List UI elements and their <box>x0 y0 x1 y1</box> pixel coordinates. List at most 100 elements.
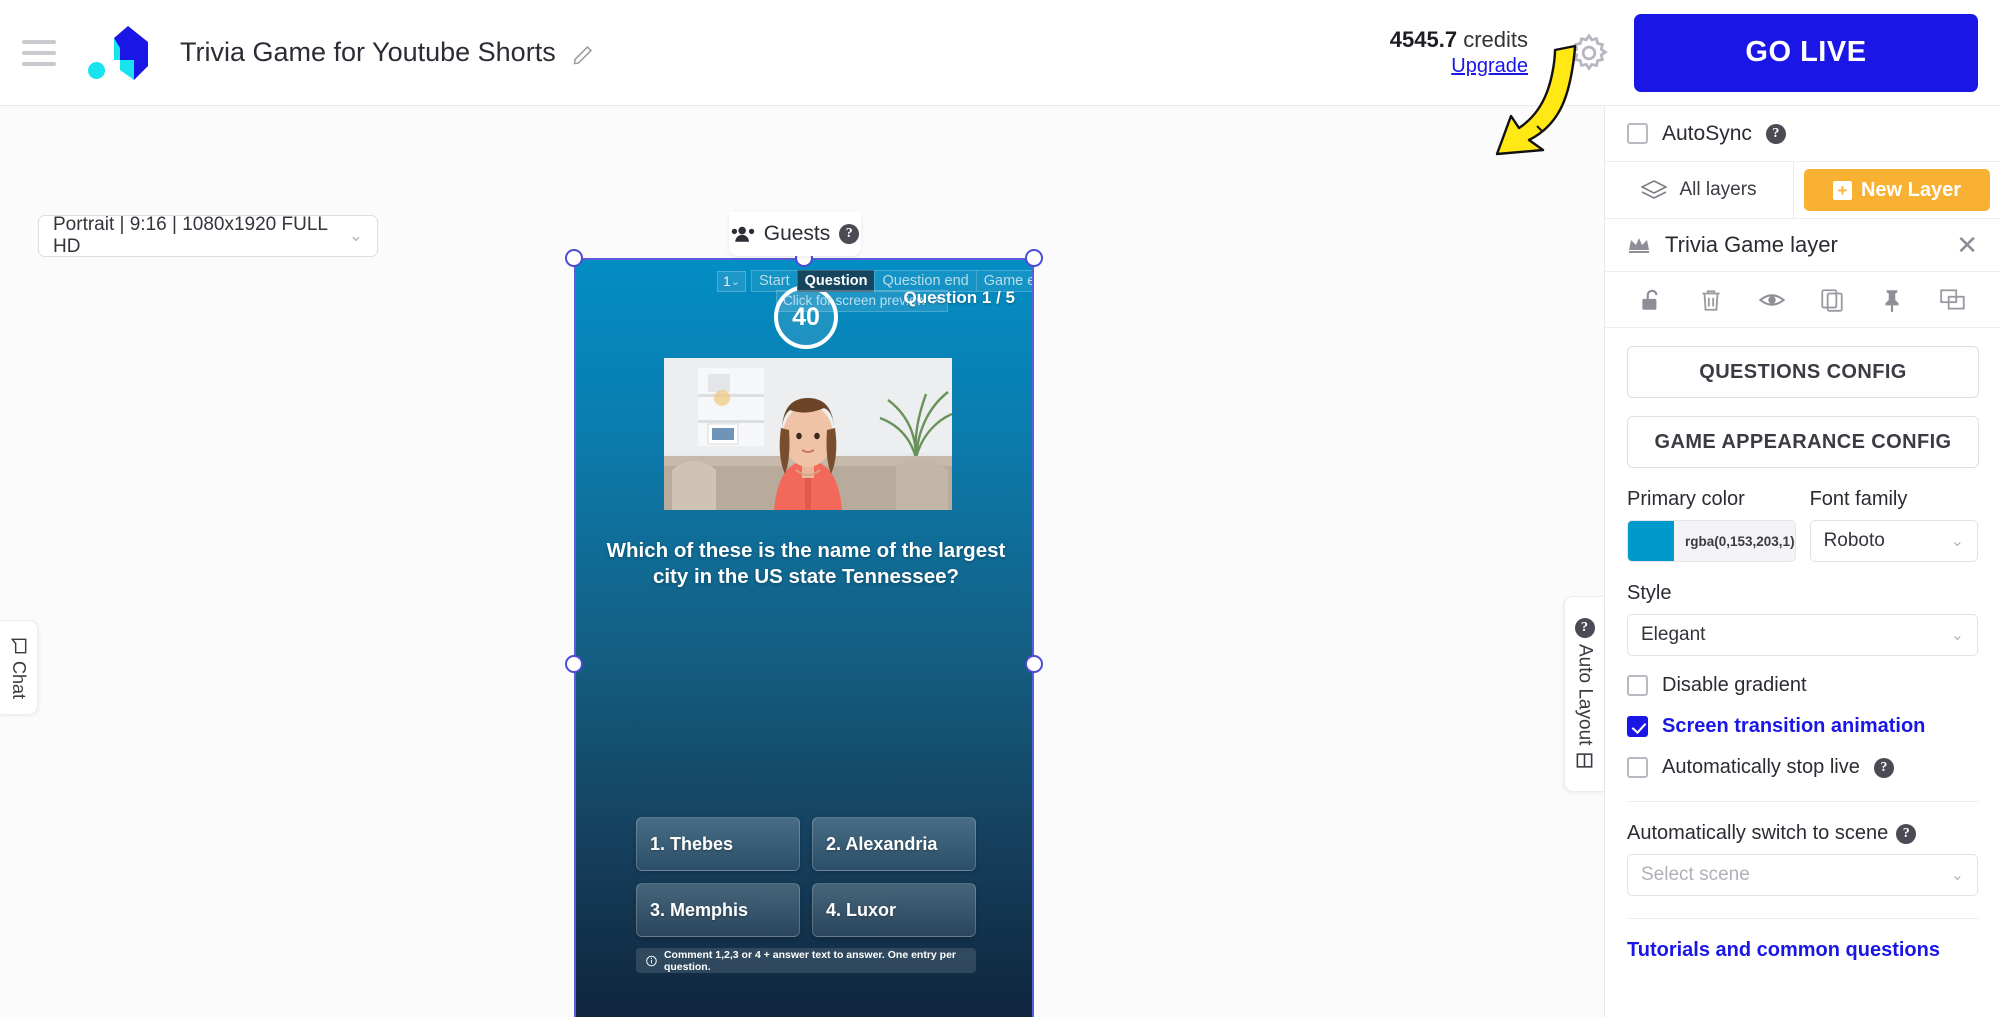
chevron-down-icon: ⌄ <box>348 226 363 245</box>
stage-tab-question[interactable]: Question <box>796 270 875 292</box>
logo-l-shape <box>114 25 148 80</box>
autosync-row[interactable]: AutoSync ? <box>1605 106 2000 162</box>
primary-color-label: Primary color <box>1627 488 1745 510</box>
chevron-down-icon: ⌄ <box>1950 627 1964 644</box>
style-label: Style <box>1627 582 1672 604</box>
help-icon[interactable]: ? <box>839 224 860 244</box>
crown-icon <box>1629 238 1649 253</box>
chat-bubble-icon <box>10 638 26 654</box>
settings-button[interactable] <box>1562 26 1616 80</box>
auto-switch-scene-label: Automatically switch to scene <box>1627 822 1889 844</box>
aspect-ratio-select[interactable]: Portrait | 9:16 | 1080x1920 FULL HD ⌄ <box>38 214 378 257</box>
resize-handle-top-left[interactable] <box>565 249 583 267</box>
new-layer-button[interactable]: + New Layer <box>1804 169 1990 211</box>
pencil-icon[interactable] <box>572 41 596 65</box>
auto-stop-live-row[interactable]: Automatically stop live ? <box>1605 756 2000 779</box>
chat-tab-label: Chat <box>9 660 29 700</box>
layer-actions <box>1605 272 2000 328</box>
scene-placeholder: Select scene <box>1641 864 1750 885</box>
guests-tab[interactable]: Guests ? <box>729 212 861 256</box>
primary-color-input[interactable]: rgba(0,153,203,1) <box>1627 520 1796 562</box>
answer-option-3[interactable]: 3. Memphis <box>636 883 800 937</box>
resize-handle-middle-left[interactable] <box>565 655 583 673</box>
upgrade-link[interactable]: Upgrade <box>1390 54 1528 79</box>
workspace: Portrait | 9:16 | 1080x1920 FULL HD ⌄ Ch… <box>0 106 1604 1017</box>
answer-option-1[interactable]: 1. Thebes <box>636 817 800 871</box>
chevron-down-icon: ⌄ <box>1950 533 1964 550</box>
chat-tab[interactable]: Chat <box>0 620 38 715</box>
game-appearance-config-button[interactable]: GAME APPEARANCE CONFIG <box>1627 416 1979 468</box>
screen-transition-checkbox[interactable] <box>1627 716 1648 737</box>
comment-hint-bar: Comment 1,2,3 or 4 + answer text to answ… <box>636 948 976 973</box>
style-value: Elegant <box>1641 624 1706 645</box>
auto-switch-scene-field: Automatically switch to scene ? Select s… <box>1605 822 2000 896</box>
screen-transition-label: Screen transition animation <box>1662 715 1926 737</box>
layer-name: Trivia Game layer <box>1665 232 1838 257</box>
answers-grid: 1. Thebes 2. Alexandria 3. Memphis 4. Lu… <box>636 817 976 937</box>
disable-gradient-checkbox[interactable] <box>1627 675 1648 696</box>
info-icon <box>646 955 657 966</box>
font-family-value: Roboto <box>1823 530 1885 551</box>
font-family-select[interactable]: Roboto ⌄ <box>1809 520 1978 562</box>
all-layers-label: All layers <box>1679 179 1757 200</box>
pin-icon[interactable] <box>1879 287 1905 313</box>
preview-canvas[interactable]: 1 ⌄ Start Question Question end Game end… <box>565 249 1043 1017</box>
duplicate-icon[interactable] <box>1819 287 1845 313</box>
help-icon[interactable]: ? <box>1574 617 1595 638</box>
credits-amount: 4545.7 <box>1389 27 1458 53</box>
screen-transition-row[interactable]: Screen transition animation <box>1605 715 2000 738</box>
guests-label: Guests <box>763 222 831 245</box>
help-icon[interactable]: ? <box>1896 823 1917 844</box>
resize-handle-top-right[interactable] <box>1025 249 1043 267</box>
help-icon[interactable]: ? <box>1873 757 1894 778</box>
guests-icon <box>731 226 754 242</box>
go-live-button[interactable]: GO LIVE <box>1634 13 1978 92</box>
question-counter: Question 1 / 5 <box>903 288 1015 307</box>
hamburger-icon[interactable] <box>22 39 56 66</box>
autosync-checkbox[interactable] <box>1627 123 1648 144</box>
layer-toolbar: All layers + New Layer <box>1605 162 2000 219</box>
auto-layout-tab-label: Auto Layout <box>1574 643 1596 746</box>
font-family-field: Font family Roboto ⌄ <box>1809 488 1978 562</box>
disable-gradient-row[interactable]: Disable gradient <box>1605 674 2000 697</box>
comment-hint-text: Comment 1,2,3 or 4 + answer text to answ… <box>663 948 957 973</box>
layer-header: Trivia Game layer ✕ <box>1605 219 2000 272</box>
eye-icon[interactable] <box>1758 286 1786 314</box>
answer-option-4[interactable]: 4. Luxor <box>812 883 976 937</box>
question-number-select[interactable]: 1 ⌄ <box>717 270 747 292</box>
photo-illustration <box>664 358 952 510</box>
all-layers-button[interactable]: All layers <box>1605 162 1794 218</box>
style-select[interactable]: Elegant ⌄ <box>1627 614 1978 656</box>
aspect-ratio-value: Portrait | 9:16 | 1080x1920 FULL HD <box>53 214 328 257</box>
layers-icon <box>1641 180 1668 199</box>
credits-label: credits <box>1463 27 1528 53</box>
answer-option-2[interactable]: 2. Alexandria <box>812 817 976 871</box>
phone-frame: 1 ⌄ Start Question Question end Game end… <box>574 258 1034 1017</box>
layout-icon <box>1576 753 1593 768</box>
page-title: Trivia Game for Youtube Shorts <box>180 37 556 67</box>
app-logo <box>84 22 158 84</box>
help-icon[interactable]: ? <box>1765 123 1786 144</box>
primary-color-field: Primary color rgba(0,153,203,1) <box>1627 488 1796 562</box>
scene-select[interactable]: Select scene ⌄ <box>1627 854 1978 896</box>
participant-photo <box>664 358 952 510</box>
resize-handle-middle-right[interactable] <box>1025 655 1043 673</box>
disable-gradient-label: Disable gradient <box>1662 674 1807 696</box>
panel-divider-2 <box>1627 918 1978 919</box>
trash-icon[interactable] <box>1698 287 1724 313</box>
close-icon[interactable]: ✕ <box>1956 232 1978 258</box>
stage-tab-start[interactable]: Start <box>751 270 797 292</box>
auto-layout-tab[interactable]: ? Auto Layout <box>1564 596 1604 792</box>
font-family-label: Font family <box>1809 488 1908 510</box>
question-text: Which of these is the name of the larges… <box>606 539 1006 589</box>
unlock-icon[interactable] <box>1638 287 1664 313</box>
tutorials-link[interactable]: Tutorials and common questions <box>1605 939 2000 962</box>
auto-switch-scene-label-row: Automatically switch to scene ? <box>1627 822 1978 845</box>
scene-icon[interactable] <box>1939 287 1967 313</box>
plus-icon: + <box>1832 180 1852 200</box>
color-font-row: Primary color rgba(0,153,203,1) Font fam… <box>1605 488 2000 562</box>
questions-config-button[interactable]: QUESTIONS CONFIG <box>1627 346 1979 398</box>
chevron-down-icon: ⌄ <box>730 275 741 288</box>
auto-stop-live-checkbox[interactable] <box>1627 757 1648 778</box>
right-panel: AutoSync ? All layers + New Layer Trivia… <box>1604 106 2000 1017</box>
